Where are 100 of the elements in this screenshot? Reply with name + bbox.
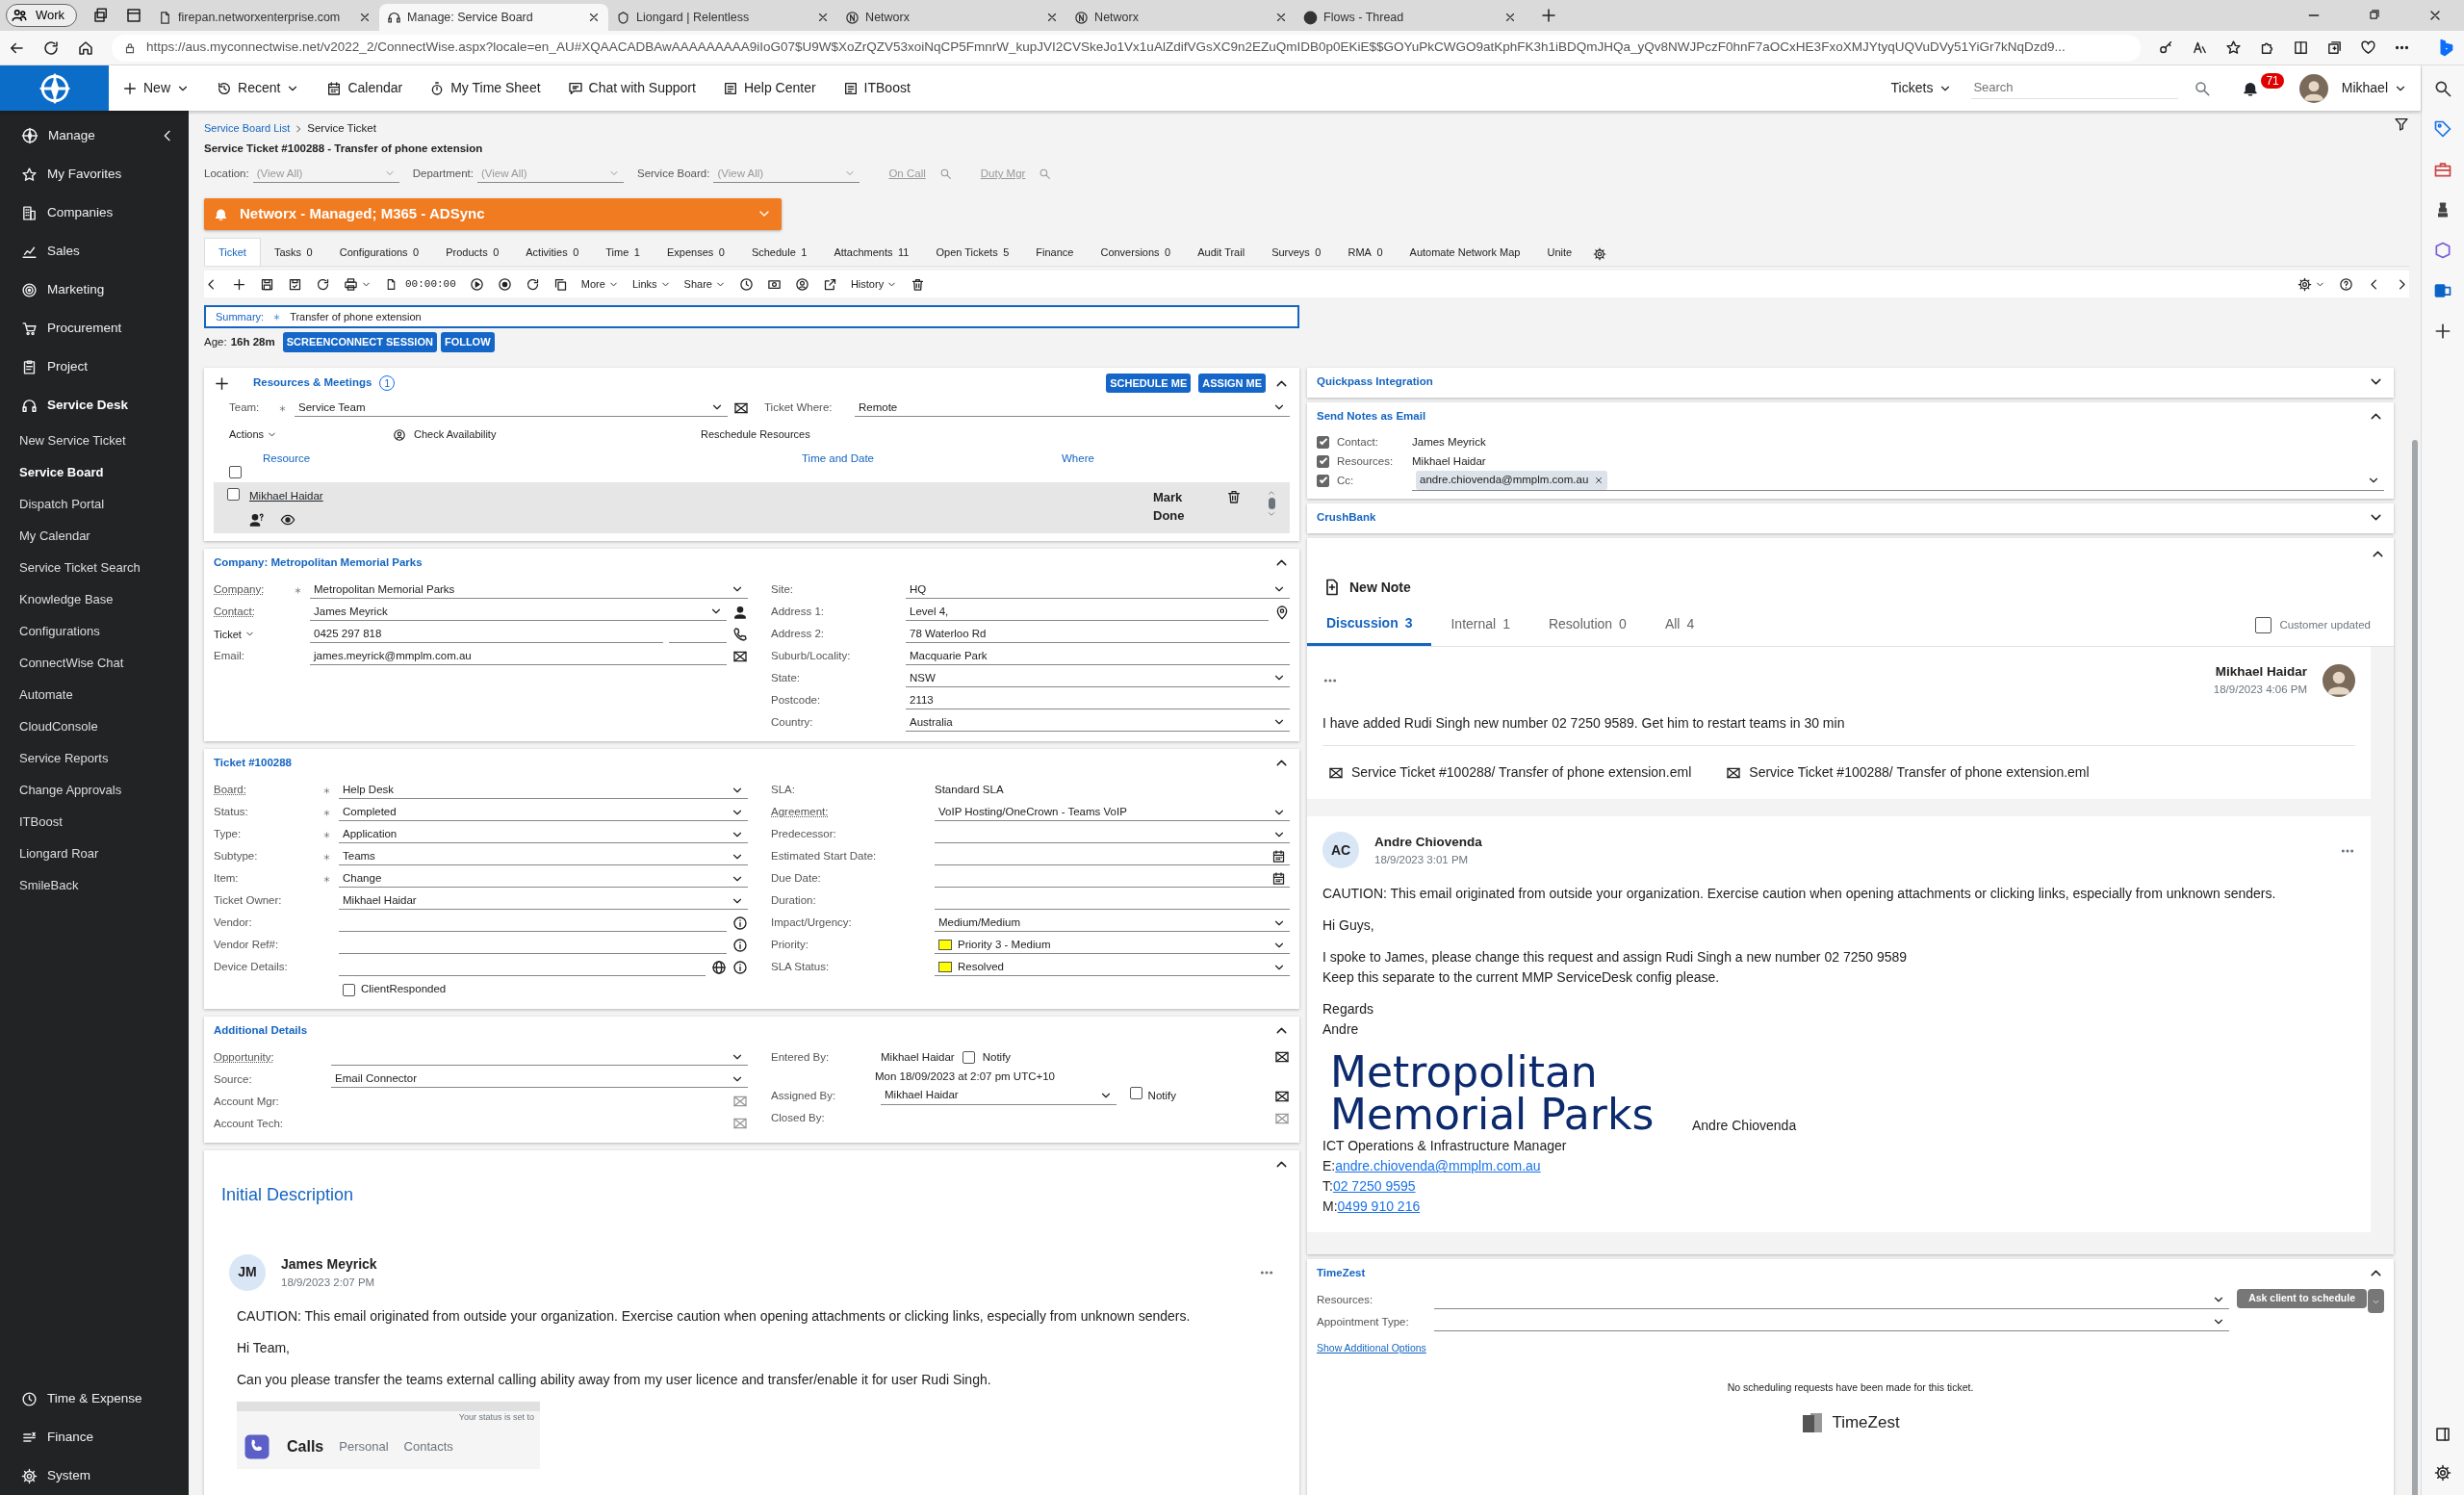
browser-tab[interactable]: Networx: [1066, 4, 1296, 31]
profile-button[interactable]: Work: [6, 4, 78, 27]
nav-menu[interactable]: Calendar: [313, 78, 417, 98]
tab[interactable]: Attachments 11: [820, 238, 923, 267]
toolbox-icon[interactable]: [2433, 160, 2452, 179]
sidebar-toggle-icon[interactable]: [2434, 1426, 2451, 1443]
tab[interactable]: Configurations 0: [325, 238, 433, 267]
tab[interactable]: Time 1: [592, 238, 654, 267]
nav-menu[interactable]: New: [109, 78, 203, 98]
action-button[interactable]: SCREENCONNECT SESSION: [282, 332, 437, 352]
text-field[interactable]: 78 Waterloo Rd: [906, 625, 1290, 643]
dropdown-field[interactable]: Completed: [339, 803, 748, 822]
reset-icon[interactable]: [525, 276, 540, 292]
split-dropdown-button[interactable]: [2368, 1289, 2384, 1314]
attachment-link[interactable]: Service Ticket #100288/ Transfer of phone extension.eml: [1720, 761, 2095, 785]
heart-icon[interactable]: [2360, 39, 2376, 56]
tab[interactable]: RMA 0: [1334, 238, 1397, 267]
checkbox[interactable]: [1317, 474, 1329, 487]
text-field[interactable]: 2113: [906, 691, 1290, 709]
phone-icon[interactable]: [732, 626, 748, 642]
field-label[interactable]: Board:: [214, 782, 246, 799]
trash-icon[interactable]: [911, 276, 926, 292]
dropdown-field[interactable]: James Meyrick: [310, 603, 727, 621]
sidebar-item[interactable]: My Favorites: [0, 155, 189, 193]
mark-done-button[interactable]: Mark Done: [1153, 487, 1194, 528]
breadcrumb-link[interactable]: Service Board List: [204, 120, 291, 137]
nav-menu[interactable]: Chat with Support: [553, 78, 709, 98]
check-availability-button[interactable]: Check Availability: [393, 426, 701, 443]
email-chip[interactable]: andre.chiovenda@mmplm.com.au: [1416, 471, 1608, 490]
sidebar-subitem[interactable]: Service Board: [0, 456, 189, 488]
search-icon[interactable]: [2433, 79, 2452, 98]
attachment-link[interactable]: Service Ticket #100288/ Transfer of phone extension.eml: [1322, 761, 1698, 785]
date-field[interactable]: [935, 870, 1290, 888]
sidebar-subitem[interactable]: ITBoost: [0, 806, 189, 838]
dropdown-field[interactable]: Mikhael Haidar: [339, 891, 748, 911]
plus-icon[interactable]: [214, 374, 230, 392]
field-label[interactable]: Agreement:: [771, 804, 829, 821]
checkbox[interactable]: [229, 465, 242, 478]
trash-icon[interactable]: [1226, 488, 1242, 504]
nav-menu[interactable]: Help Center: [708, 78, 830, 98]
toolbar-menu[interactable]: More: [580, 276, 619, 293]
key-icon[interactable]: [2158, 39, 2174, 56]
eye-icon[interactable]: [280, 512, 295, 528]
resource-link[interactable]: Mikhael Haidar: [249, 489, 323, 502]
dropdown-field[interactable]: Metropolitan Memorial Parks: [310, 580, 748, 599]
tickets-menu[interactable]: Tickets: [1877, 78, 1966, 98]
sidebar-item[interactable]: Project: [0, 348, 189, 386]
tab[interactable]: Conversions 0: [1087, 238, 1185, 267]
read-aloud-icon[interactable]: [2192, 39, 2208, 56]
text-field[interactable]: 0425 297 818: [310, 625, 663, 643]
sidebar-subitem[interactable]: SmileBack: [0, 869, 189, 901]
toolbar-menu[interactable]: Share: [683, 276, 726, 293]
user-circle-icon[interactable]: [794, 276, 809, 292]
tab[interactable]: Schedule 1: [737, 238, 821, 267]
calendar-icon[interactable]: [1271, 871, 1286, 886]
dropdown-field[interactable]: Email Connector: [331, 1070, 748, 1089]
help-icon[interactable]: [2339, 276, 2353, 292]
nav-menu[interactable]: ITBoost: [829, 78, 924, 98]
mail-app-icon[interactable]: [2433, 281, 2452, 300]
checkbox[interactable]: [962, 1050, 975, 1064]
scrollbar-thumb[interactable]: [1268, 497, 1275, 509]
sidebar-subitem[interactable]: Dispatch Portal: [0, 488, 189, 520]
action-button[interactable]: ASSIGN ME: [1198, 373, 1266, 394]
star-icon[interactable]: [2225, 39, 2242, 56]
sidebar-subitem[interactable]: Liongard Roar: [0, 838, 189, 869]
hexagon-icon[interactable]: [2433, 241, 2452, 260]
sidebar-item[interactable]: Procurement: [0, 309, 189, 348]
dropdown-field[interactable]: Remote: [855, 399, 1290, 417]
contact-link[interactable]: 02 7250 9595: [1332, 1176, 1416, 1198]
dropdown-field[interactable]: Change: [339, 869, 748, 889]
date-field[interactable]: [935, 848, 1290, 865]
new-tab-icon[interactable]: [1540, 7, 1558, 24]
sidebar-subitem[interactable]: Configurations: [0, 615, 189, 647]
tag-icon[interactable]: [2433, 119, 2452, 139]
new-note-button[interactable]: New Note: [1322, 577, 2394, 598]
checkbox[interactable]: [1317, 435, 1329, 449]
tab[interactable]: Products 0: [432, 238, 513, 267]
external-link-icon[interactable]: [822, 276, 837, 292]
checkbox[interactable]: [1129, 1087, 1142, 1100]
restore-icon[interactable]: [2368, 8, 2381, 21]
sidebar-item[interactable]: Finance: [0, 1418, 189, 1456]
contact-link[interactable]: andre.chiovenda@mmplm.com.au: [1335, 1156, 1541, 1177]
dropdown-field[interactable]: NSW: [906, 669, 1290, 687]
browser-tab[interactable]: Networx: [837, 4, 1067, 31]
reload-icon[interactable]: [42, 39, 60, 57]
collections-icon[interactable]: [2326, 39, 2343, 56]
tab[interactable]: Open Tickets 5: [922, 238, 1023, 267]
tab[interactable]: Automate Network Map: [1396, 238, 1534, 267]
home-icon[interactable]: [77, 39, 94, 57]
checkbox[interactable]: [227, 487, 240, 501]
tab[interactable]: Tasks 0: [260, 238, 326, 267]
sidebar-header[interactable]: Manage: [0, 116, 189, 155]
refresh-icon[interactable]: [316, 276, 330, 292]
text-field[interactable]: james.meyrick@mmplm.com.au: [310, 647, 727, 665]
browser-tab[interactable]: Flows - Thread: [1296, 4, 1526, 31]
copy-icon[interactable]: [552, 276, 568, 292]
sidebar-subitem[interactable]: ConnectWise Chat: [0, 647, 189, 679]
save-and-close-icon[interactable]: [288, 276, 302, 292]
action-button[interactable]: FOLLOW: [440, 332, 495, 352]
dropdown-field[interactable]: VoIP Hosting/OneCrown - Teams VoIP: [935, 803, 1290, 822]
